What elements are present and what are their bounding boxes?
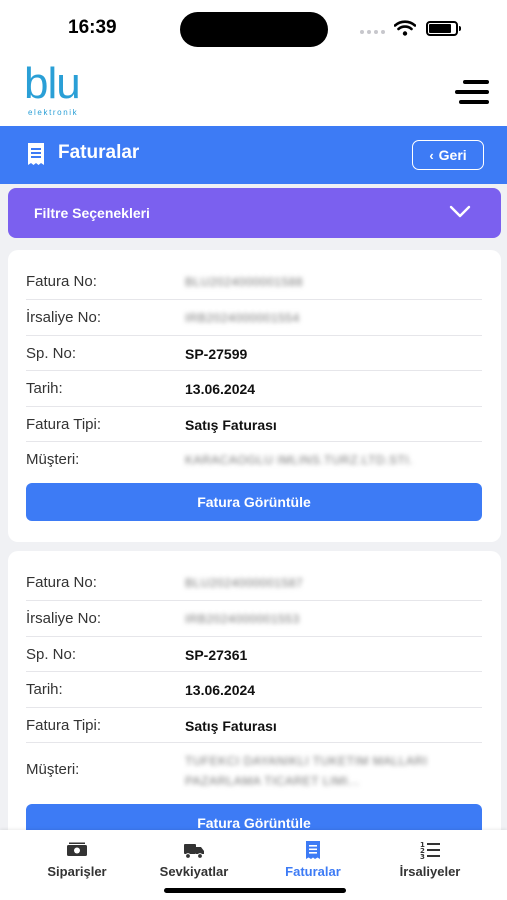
order-no-row: Sp. No: SP-27361 <box>26 637 482 672</box>
tab-waybills-label: İrsaliyeler <box>399 864 461 879</box>
home-indicator <box>164 888 346 893</box>
waybill-no-value: IRB2024000001553 <box>185 612 300 626</box>
date-row: Tarih: 13.06.2024 <box>26 672 482 708</box>
invoice-no-value: BLU2024000001588 <box>185 275 304 289</box>
chevron-left-icon: ‹ <box>429 147 434 163</box>
tab-invoices-label: Faturalar <box>285 864 341 879</box>
cellular-signal-icon <box>360 30 385 34</box>
app-header: blu elektronik <box>0 58 507 126</box>
date-label: Tarih: <box>26 681 63 698</box>
invoice-type-label: Fatura Tipi: <box>26 717 102 734</box>
view-invoice-button[interactable]: Fatura Görüntüle <box>26 804 482 830</box>
order-no-value: SP-27361 <box>185 647 248 663</box>
customer-value: KARACAOGLU IMLINS.TURZ.LTD.STI. <box>185 453 413 467</box>
invoice-no-row: Fatura No: BLU2024000001588 <box>26 264 482 300</box>
order-no-label: Sp. No: <box>26 646 77 663</box>
invoice-type-value: Satış Faturası <box>185 417 277 433</box>
date-value: 13.06.2024 <box>185 381 256 397</box>
waybill-no-label: İrsaliye No: <box>26 309 102 326</box>
tab-waybills[interactable]: 1 2 3 İrsaliyeler <box>367 840 493 884</box>
truck-icon <box>184 844 204 859</box>
numbered-list-icon: 1 2 3 <box>420 841 440 860</box>
hamburger-menu-icon[interactable] <box>455 80 489 104</box>
status-bar: 16:39 <box>0 0 507 58</box>
battery-icon <box>426 21 461 36</box>
waybill-no-row: İrsaliye No: IRB2024000001554 <box>26 300 482 336</box>
invoice-type-label: Fatura Tipi: <box>26 416 102 433</box>
invoice-type-row: Fatura Tipi: Satış Faturası <box>26 407 482 442</box>
customer-value: TUFEKCI DAYANIKLI TUKETIM MALLARI PAZARL… <box>185 754 428 788</box>
customer-row: Müşteri: KARACAOGLU IMLINS.TURZ.LTD.STI. <box>26 442 482 478</box>
logo-subtext: elektronik <box>28 108 79 117</box>
waybill-no-row: İrsaliye No: IRB2024000001553 <box>26 601 482 637</box>
page-title: Faturalar <box>58 142 140 163</box>
date-value: 13.06.2024 <box>185 682 256 698</box>
dynamic-island <box>180 12 328 47</box>
chevron-down-icon <box>449 205 471 218</box>
customer-label: Müşteri: <box>26 451 80 468</box>
order-no-value: SP-27599 <box>185 346 248 362</box>
logo-text: blu <box>24 59 81 108</box>
order-no-label: Sp. No: <box>26 345 77 362</box>
filter-options-toggle[interactable]: Filtre Seçenekleri <box>8 188 501 238</box>
invoice-type-row: Fatura Tipi: Satış Faturası <box>26 708 482 743</box>
tab-invoices[interactable]: Faturalar <box>250 840 376 884</box>
status-time: 16:39 <box>68 17 117 38</box>
money-icon <box>67 842 87 856</box>
brand-logo: blu elektronik <box>24 62 104 124</box>
view-invoice-button[interactable]: Fatura Görüntüle <box>26 483 482 521</box>
tab-shipments-label: Sevkiyatlar <box>159 864 229 879</box>
invoice-no-value: BLU2024000001587 <box>185 576 304 590</box>
invoice-no-row: Fatura No: BLU2024000001587 <box>26 565 482 601</box>
customer-row: Müşteri: TUFEKCI DAYANIKLI TUKETIM MALLA… <box>26 743 482 799</box>
filter-label: Filtre Seçenekleri <box>34 205 150 221</box>
date-row: Tarih: 13.06.2024 <box>26 371 482 407</box>
wifi-icon <box>394 20 416 36</box>
invoice-list[interactable]: Filtre Seçenekleri Fatura No: BLU2024000… <box>0 184 507 830</box>
waybill-no-label: İrsaliye No: <box>26 610 102 627</box>
invoice-no-label: Fatura No: <box>26 273 97 290</box>
invoice-document-icon <box>28 143 44 165</box>
tab-shipments[interactable]: Sevkiyatlar <box>131 840 257 884</box>
receipt-icon <box>306 841 320 859</box>
order-no-row: Sp. No: SP-27599 <box>26 336 482 371</box>
back-button-label: Geri <box>438 147 467 163</box>
tab-orders-label: Siparişler <box>47 864 107 879</box>
invoice-card: Fatura No: BLU2024000001588 İrsaliye No:… <box>8 250 501 542</box>
tab-orders[interactable]: Siparişler <box>14 840 140 884</box>
svg-text:3: 3 <box>420 853 425 860</box>
customer-label: Müşteri: <box>26 761 80 778</box>
waybill-no-value: IRB2024000001554 <box>185 311 300 325</box>
date-label: Tarih: <box>26 380 63 397</box>
invoice-no-label: Fatura No: <box>26 574 97 591</box>
invoice-card: Fatura No: BLU2024000001587 İrsaliye No:… <box>8 551 501 830</box>
invoice-type-value: Satış Faturası <box>185 718 277 734</box>
back-button[interactable]: ‹ Geri <box>412 140 484 170</box>
